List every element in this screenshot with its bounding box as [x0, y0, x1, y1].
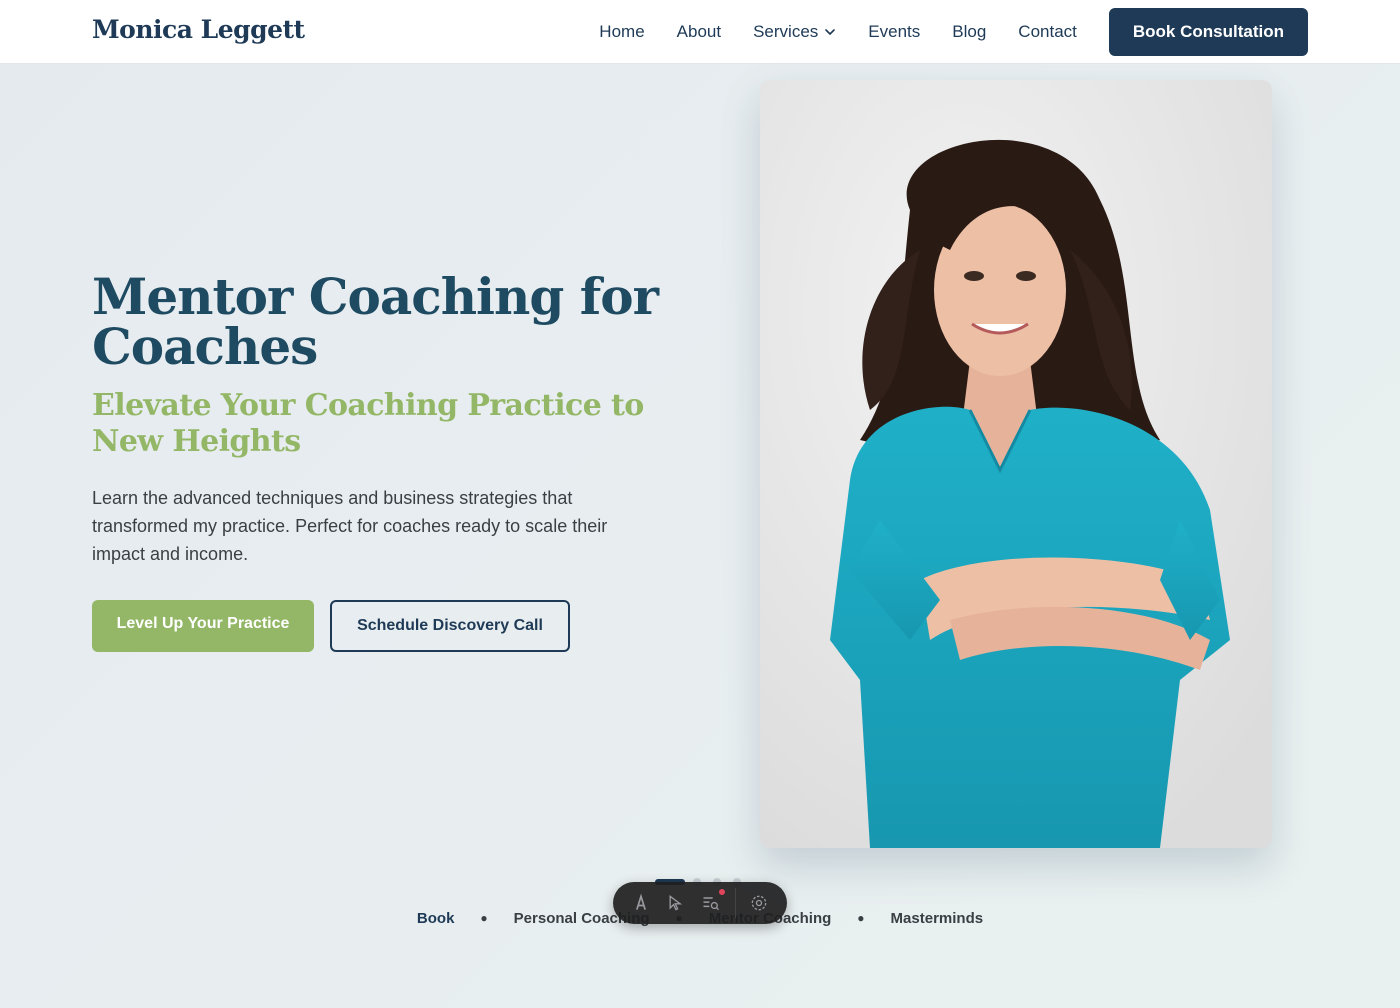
separator-dot: ● [857, 911, 865, 925]
link-masterminds[interactable]: Masterminds [891, 910, 984, 927]
coach-portrait [760, 80, 1272, 848]
gear-icon[interactable] [747, 891, 771, 915]
portrait-illustration [760, 80, 1272, 848]
nav-about[interactable]: About [677, 22, 721, 42]
site-header: Monica Leggett Home About Services Event… [0, 0, 1400, 64]
hero-title: Mentor Coaching for Coaches [92, 267, 659, 376]
link-book[interactable]: Book [417, 910, 455, 927]
site-logo[interactable]: Monica Leggett [92, 15, 305, 44]
notification-badge [719, 889, 726, 895]
hero-subtitle: Elevate Your Coaching Practice to New He… [92, 388, 644, 459]
nav-events[interactable]: Events [868, 22, 920, 42]
level-up-button[interactable]: Level Up Your Practice [92, 600, 314, 652]
separator-dot: ● [480, 911, 488, 925]
nav-events-label: Events [868, 22, 921, 41]
book-consultation-button[interactable]: Book Consultation [1108, 8, 1308, 56]
audit-list-icon[interactable] [699, 889, 726, 915]
nav-contact-label: Contact [1018, 22, 1077, 41]
nav-home-label: Home [599, 22, 645, 41]
main-nav: Home About Services Events Blog Contact … [599, 8, 1308, 56]
nav-blog[interactable]: Blog [952, 22, 986, 42]
hero-description: Learn the advanced techniques and busine… [92, 488, 608, 564]
schedule-discovery-call-button[interactable]: Schedule Discovery Call [330, 600, 570, 652]
chevron-down-icon [825, 29, 836, 35]
inspect-cursor-icon[interactable] [664, 891, 688, 915]
nav-blog-label: Blog [952, 22, 987, 41]
nav-home[interactable]: Home [599, 22, 644, 42]
nav-about-label: About [676, 22, 722, 41]
toolbar-divider [734, 888, 736, 918]
floating-toolbar [613, 882, 787, 924]
nav-services[interactable]: Services [753, 22, 836, 42]
nav-services-label: Services [753, 22, 819, 41]
astro-logo-icon[interactable] [629, 891, 653, 915]
nav-contact[interactable]: Contact [1018, 22, 1077, 42]
